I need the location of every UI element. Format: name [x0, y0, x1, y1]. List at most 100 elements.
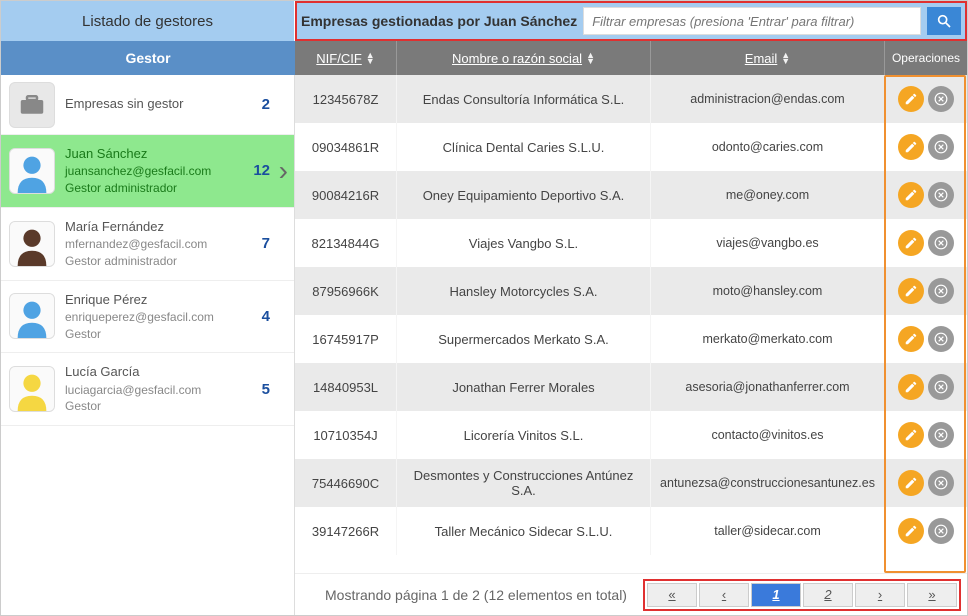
- gestor-info: Empresas sin gestor: [65, 95, 236, 113]
- edit-button[interactable]: [898, 326, 924, 352]
- delete-button[interactable]: [928, 230, 954, 256]
- cell-email: viajes@vangbo.es: [651, 219, 885, 267]
- avatar-icon: [10, 293, 54, 339]
- gestor-count: 12: [246, 162, 270, 179]
- subheader: Gestor NIF/CIF ▲▼ Nombre o razón social …: [1, 41, 967, 75]
- gestor-info: María Fernándezmfernandez@gesfacil.comGe…: [65, 218, 236, 270]
- avatar: [9, 82, 55, 128]
- close-icon: [934, 188, 948, 202]
- gestor-row[interactable]: María Fernándezmfernandez@gesfacil.comGe…: [1, 208, 294, 281]
- cell-ops: [885, 411, 967, 459]
- pencil-icon: [904, 92, 918, 106]
- pager-page-1[interactable]: 1: [751, 583, 801, 607]
- gestor-role: Gestor: [65, 398, 236, 415]
- cell-email: administracion@endas.com: [651, 75, 885, 123]
- table-row: 14840953LJonathan Ferrer Moralesasesoria…: [295, 363, 967, 411]
- footer: Mostrando página 1 de 2 (12 elementos en…: [295, 573, 967, 615]
- cell-ops: [885, 123, 967, 171]
- col-header-gestor: Gestor: [1, 41, 295, 75]
- briefcase-icon: [17, 90, 47, 120]
- close-icon: [934, 140, 948, 154]
- delete-button[interactable]: [928, 134, 954, 160]
- close-icon: [934, 332, 948, 346]
- table-row: 39147266RTaller Mecánico Sidecar S.L.U.t…: [295, 507, 967, 555]
- pagination-status: Mostrando página 1 de 2 (12 elementos en…: [305, 587, 647, 603]
- cell-nif: 82134844G: [295, 219, 397, 267]
- pager-first[interactable]: «: [647, 583, 697, 607]
- pager-page-2[interactable]: 2: [803, 583, 853, 607]
- edit-button[interactable]: [898, 86, 924, 112]
- pager-prev[interactable]: ‹: [699, 583, 749, 607]
- gestor-email: mfernandez@gesfacil.com: [65, 236, 236, 253]
- cell-nif: 14840953L: [295, 363, 397, 411]
- col-header-name[interactable]: Nombre o razón social ▲▼: [397, 41, 651, 75]
- gestor-name: Lucía García: [65, 363, 236, 381]
- col-header-email[interactable]: Email ▲▼: [651, 41, 885, 75]
- gestor-row[interactable]: Enrique Pérezenriqueperez@gesfacil.comGe…: [1, 281, 294, 354]
- edit-button[interactable]: [898, 374, 924, 400]
- delete-button[interactable]: [928, 374, 954, 400]
- gestor-name: Empresas sin gestor: [65, 95, 236, 113]
- avatar-icon: [10, 148, 54, 194]
- table-row: 16745917PSupermercados Merkato S.A.merka…: [295, 315, 967, 363]
- pencil-icon: [904, 428, 918, 442]
- pencil-icon: [904, 236, 918, 250]
- company-table: 12345678ZEndas Consultoría Informática S…: [295, 75, 967, 615]
- gestor-info: Lucía Garcíaluciagarcia@gesfacil.comGest…: [65, 363, 236, 415]
- delete-button[interactable]: [928, 86, 954, 112]
- col-header-nif[interactable]: NIF/CIF ▲▼: [295, 41, 397, 75]
- cell-ops: [885, 363, 967, 411]
- edit-button[interactable]: [898, 230, 924, 256]
- close-icon: [934, 284, 948, 298]
- search-icon: [936, 13, 952, 29]
- avatar-icon: [10, 221, 54, 267]
- cell-ops: [885, 315, 967, 363]
- edit-button[interactable]: [898, 182, 924, 208]
- cell-name: Supermercados Merkato S.A.: [397, 315, 651, 363]
- cell-name: Jonathan Ferrer Morales: [397, 363, 651, 411]
- cell-ops: [885, 507, 967, 555]
- cell-email: antunezsa@construccionesantunez.es: [651, 459, 885, 507]
- gestor-email: juansanchez@gesfacil.com: [65, 163, 236, 180]
- delete-button[interactable]: [928, 518, 954, 544]
- gestor-row[interactable]: Lucía Garcíaluciagarcia@gesfacil.comGest…: [1, 353, 294, 426]
- gestor-row-unassigned[interactable]: Empresas sin gestor2: [1, 75, 294, 135]
- table-row: 09034861RClínica Dental Caries S.L.U.odo…: [295, 123, 967, 171]
- search-input[interactable]: [583, 7, 921, 35]
- close-icon: [934, 428, 948, 442]
- close-icon: [934, 236, 948, 250]
- gestor-row[interactable]: Juan Sánchezjuansanchez@gesfacil.comGest…: [1, 135, 294, 208]
- pencil-icon: [904, 188, 918, 202]
- app-container: Listado de gestores Empresas gestionadas…: [0, 0, 968, 616]
- gestor-name: Enrique Pérez: [65, 291, 236, 309]
- search-button[interactable]: [927, 7, 961, 35]
- edit-button[interactable]: [898, 470, 924, 496]
- cell-name: Desmontes y Construcciones Antúnez S.A.: [397, 459, 651, 507]
- pencil-icon: [904, 332, 918, 346]
- gestor-email: luciagarcia@gesfacil.com: [65, 382, 236, 399]
- edit-button[interactable]: [898, 278, 924, 304]
- avatar: [9, 366, 55, 412]
- pager: « ‹ 1 2 › »: [647, 583, 957, 607]
- delete-button[interactable]: [928, 470, 954, 496]
- cell-nif: 09034861R: [295, 123, 397, 171]
- delete-button[interactable]: [928, 326, 954, 352]
- cell-name: Hansley Motorcycles S.A.: [397, 267, 651, 315]
- gestor-role: Gestor administrador: [65, 180, 236, 197]
- table-body: 12345678ZEndas Consultoría Informática S…: [295, 75, 967, 573]
- cell-ops: [885, 459, 967, 507]
- sort-icon: ▲▼: [366, 52, 375, 64]
- delete-button[interactable]: [928, 278, 954, 304]
- edit-button[interactable]: [898, 518, 924, 544]
- close-icon: [934, 524, 948, 538]
- pager-last[interactable]: »: [907, 583, 957, 607]
- header-left-title: Listado de gestores: [1, 1, 295, 41]
- cell-nif: 39147266R: [295, 507, 397, 555]
- delete-button[interactable]: [928, 182, 954, 208]
- avatar: [9, 221, 55, 267]
- edit-button[interactable]: [898, 422, 924, 448]
- delete-button[interactable]: [928, 422, 954, 448]
- pager-next[interactable]: ›: [855, 583, 905, 607]
- edit-button[interactable]: [898, 134, 924, 160]
- cell-email: me@oney.com: [651, 171, 885, 219]
